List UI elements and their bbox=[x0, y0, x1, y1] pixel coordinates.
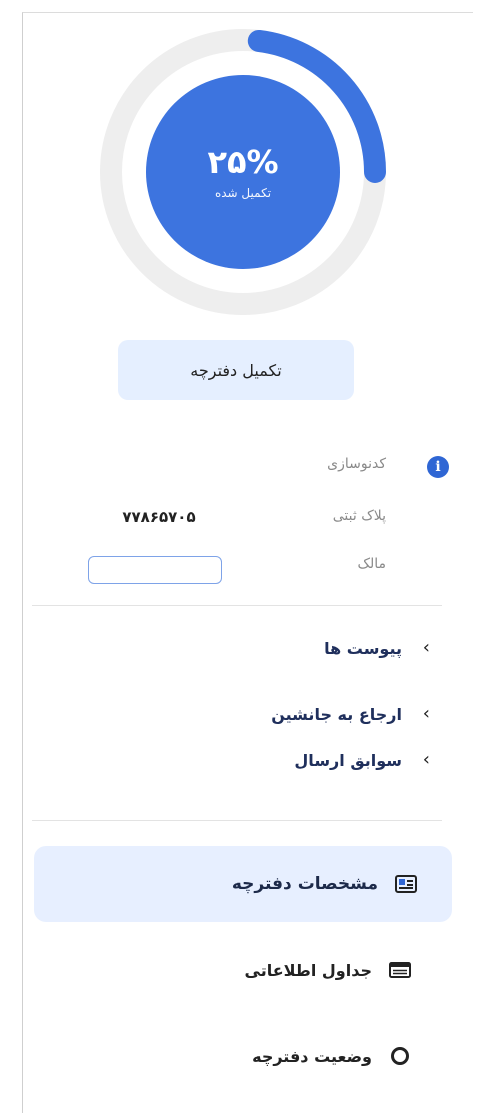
progress-ring: ۲۵% تکمیل شده bbox=[99, 28, 387, 316]
divider bbox=[32, 820, 442, 821]
progress-caption: تکمیل شده bbox=[214, 186, 272, 200]
nav-item-label: مشخصات دفترچه bbox=[231, 874, 378, 894]
nav-item-label: وضعیت دفترچه bbox=[252, 1046, 372, 1066]
nav-item-info-tables[interactable]: جداول اطلاعاتی bbox=[28, 932, 446, 1008]
nav-item-booklet-status[interactable]: وضعیت دفترچه bbox=[28, 1018, 446, 1094]
table-icon bbox=[388, 958, 412, 982]
plate-label: پلاک ثبتی bbox=[332, 508, 386, 524]
link-refer-label: ارجاع به جانشین bbox=[271, 704, 402, 724]
plate-value: ۷۷۸۶۵۷۰۵ bbox=[122, 508, 196, 526]
progress-percent: ۲۵% bbox=[207, 143, 279, 181]
link-send-history[interactable]: › سوابق ارسال bbox=[294, 746, 430, 774]
chevron-right-icon: › bbox=[422, 703, 430, 724]
link-refer-to-substitute[interactable]: › ارجاع به جانشین bbox=[271, 700, 430, 728]
status-ring-icon bbox=[388, 1044, 412, 1068]
link-attachments[interactable]: › پیوست ها bbox=[324, 634, 430, 662]
progress-label-group: ۲۵% تکمیل شده bbox=[99, 28, 387, 316]
info-icon[interactable]: i bbox=[427, 456, 449, 478]
chevron-right-icon: › bbox=[422, 637, 430, 658]
id-card-icon bbox=[394, 872, 418, 896]
complete-booklet-button[interactable]: تکمیل دفترچه bbox=[118, 340, 354, 400]
nav-item-booklet-specs[interactable]: مشخصات دفترچه bbox=[34, 846, 452, 922]
nav-item-label: جداول اطلاعاتی bbox=[244, 960, 373, 980]
link-history-label: سوابق ارسال bbox=[294, 750, 402, 770]
chevron-right-icon: › bbox=[422, 749, 430, 770]
customization-label: کدنوسازی bbox=[327, 456, 386, 472]
link-attachments-label: پیوست ها bbox=[324, 638, 402, 658]
divider bbox=[32, 605, 442, 606]
owner-label: مالک bbox=[357, 556, 386, 572]
owner-field[interactable] bbox=[88, 556, 222, 584]
